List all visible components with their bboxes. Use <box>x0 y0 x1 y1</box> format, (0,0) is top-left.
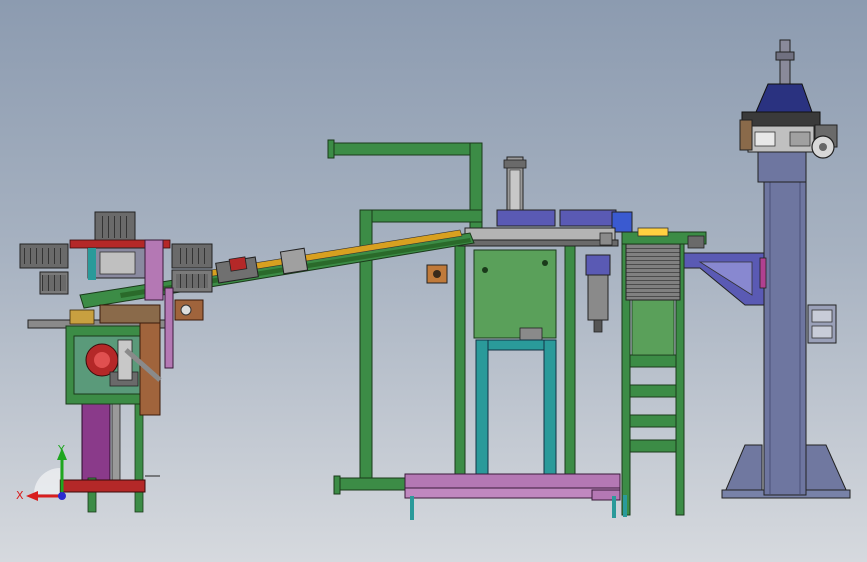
orientation-triad: Y X <box>16 443 67 502</box>
stacker-tower[interactable] <box>621 227 707 517</box>
machine-assembly-drawing: Y X <box>16 39 851 520</box>
support-bracket-arm[interactable] <box>682 252 767 306</box>
x-axis-label: X <box>16 489 24 502</box>
cad-viewport[interactable]: Y X <box>0 0 867 562</box>
y-axis-label: Y <box>57 443 65 456</box>
x-axis-arrowhead <box>26 491 38 501</box>
left-feeder-station[interactable] <box>19 211 213 513</box>
press-station[interactable] <box>327 139 633 520</box>
z-axis-dot <box>58 492 66 500</box>
